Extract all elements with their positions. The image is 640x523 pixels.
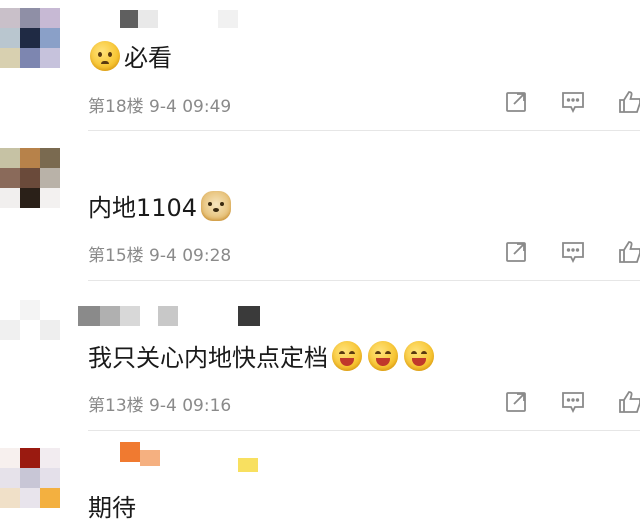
timestamp: 9-4 09:49 (149, 97, 232, 117)
comment-meta: 第15楼 9-4 09:28 (88, 241, 231, 266)
grin-emoji (332, 340, 362, 371)
divider (88, 130, 640, 131)
thumbs-up-icon[interactable] (618, 90, 640, 114)
avatar[interactable] (0, 448, 60, 508)
floor-number: 第15楼 (88, 246, 144, 266)
username-redacted[interactable] (78, 440, 278, 472)
divider (88, 280, 640, 281)
comment-text: 必看 (88, 38, 172, 73)
divider (88, 430, 640, 431)
timestamp: 9-4 09:28 (149, 246, 232, 266)
avatar[interactable] (0, 8, 60, 68)
thumbs-up-icon[interactable] (618, 240, 640, 264)
comment-meta: 第13楼 9-4 09:16 (88, 391, 231, 416)
username-redacted[interactable] (78, 8, 278, 36)
sad-face-emoji (90, 40, 120, 71)
comment-actions (504, 240, 640, 264)
comment-actions (504, 90, 640, 114)
timestamp: 9-4 09:16 (149, 396, 232, 416)
comment-icon[interactable] (561, 240, 585, 264)
comment-text: 期待 (88, 494, 136, 522)
doge-emoji (201, 190, 232, 221)
comment-feed: 必看 第18楼 9-4 09:49 内地1104 第15楼 9-4 09:28 … (0, 0, 640, 523)
comment-text: 内地1104 (88, 188, 233, 223)
comment-icon[interactable] (561, 90, 585, 114)
username-redacted[interactable] (78, 304, 278, 332)
share-icon[interactable] (504, 390, 528, 414)
grin-emoji (404, 340, 434, 371)
thumbs-up-icon[interactable] (618, 390, 640, 414)
share-icon[interactable] (504, 90, 528, 114)
floor-number: 第18楼 (88, 97, 144, 117)
grin-emoji (368, 340, 398, 371)
comment-actions (504, 390, 640, 414)
floor-number: 第13楼 (88, 396, 144, 416)
comment-icon[interactable] (561, 390, 585, 414)
avatar[interactable] (0, 148, 60, 208)
avatar[interactable] (0, 300, 60, 360)
comment-meta: 第18楼 9-4 09:49 (88, 92, 231, 117)
comment-text: 我只关心内地快点定档 (88, 338, 436, 373)
share-icon[interactable] (504, 240, 528, 264)
